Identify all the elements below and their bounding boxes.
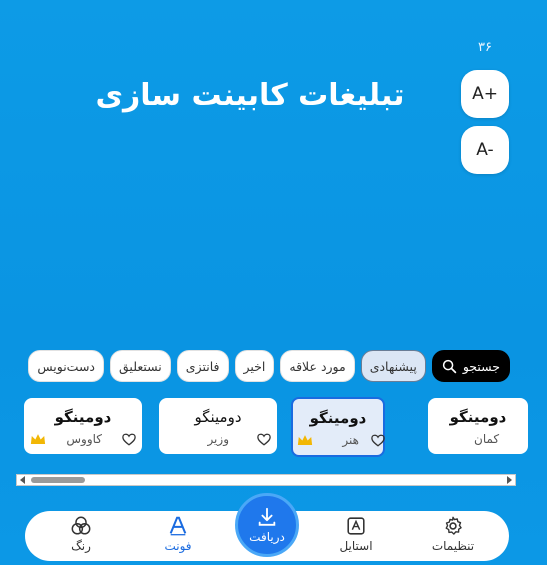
nav-color[interactable]: رنگ: [41, 515, 121, 559]
nav-font[interactable]: فونت: [138, 515, 218, 559]
nav-font-label: فونت: [164, 539, 192, 553]
chip-recent[interactable]: اخیر: [234, 350, 275, 382]
font-card[interactable]: دومینگو وزیر: [159, 398, 277, 454]
horizontal-scrollbar[interactable]: [16, 474, 516, 486]
search-chip-label: جستجو: [462, 358, 500, 374]
font-card-label: کمان: [474, 432, 500, 446]
chip-fantasy[interactable]: فانتزی: [176, 350, 229, 382]
font-card-name: دومینگو: [449, 408, 507, 426]
gear-icon: [445, 516, 462, 535]
nav-color-label: رنگ: [71, 539, 91, 553]
category-chips: جستجو پیشنهادی مورد علاقه اخیر فانتزی نس…: [16, 350, 510, 382]
nav-style-label: استایل: [339, 539, 373, 553]
scroll-right-icon[interactable]: [507, 476, 512, 484]
chip-nastaliq[interactable]: نستعلیق: [110, 350, 171, 382]
download-icon: [258, 507, 276, 526]
font-card-name: دومینگو: [194, 408, 242, 426]
font-card[interactable]: دومینگو کاووس: [24, 398, 142, 454]
download-button[interactable]: دریافت: [235, 493, 299, 557]
font-card-label: وزیر: [207, 432, 229, 446]
nav-settings-label: تنظیمات: [431, 539, 475, 553]
increase-size-button[interactable]: A+: [461, 70, 509, 118]
nav-settings[interactable]: تنظیمات: [413, 515, 493, 559]
font-card-name: دومینگو: [309, 409, 367, 427]
font-card[interactable]: دومینگو کمان: [428, 398, 528, 454]
decrease-size-button[interactable]: A-: [461, 126, 509, 174]
color-icon: [71, 516, 91, 535]
font-size-value: ۳۶: [478, 40, 492, 55]
crown-icon: [297, 435, 313, 445]
chip-favorites[interactable]: مورد علاقه: [280, 350, 355, 382]
chip-handwritten[interactable]: دست‌نویس: [28, 350, 104, 382]
scrollbar-thumb[interactable]: [31, 477, 85, 483]
style-icon: [347, 517, 365, 535]
download-label: دریافت: [249, 530, 285, 544]
font-icon: [169, 516, 187, 536]
search-icon: [442, 359, 457, 373]
font-card-label: هنر: [342, 433, 359, 447]
nav-style[interactable]: استایل: [316, 515, 396, 559]
chip-suggested[interactable]: پیشنهادی: [360, 350, 426, 382]
heart-icon[interactable]: [257, 433, 271, 446]
search-chip[interactable]: جستجو: [431, 350, 510, 382]
heart-icon[interactable]: [122, 433, 136, 446]
font-card-list: دومینگو کمان دومینگو هنر دومینگو وزیر دو…: [0, 397, 547, 459]
crown-icon: [30, 434, 46, 444]
scroll-left-icon[interactable]: [20, 476, 25, 484]
font-card-name: دومینگو: [54, 408, 112, 426]
heart-icon[interactable]: [371, 434, 385, 447]
font-card-selected[interactable]: دومینگو هنر: [291, 397, 385, 457]
preview-text: تبلیغات کابینت سازی: [95, 78, 405, 113]
font-card-label: کاووس: [66, 432, 102, 446]
